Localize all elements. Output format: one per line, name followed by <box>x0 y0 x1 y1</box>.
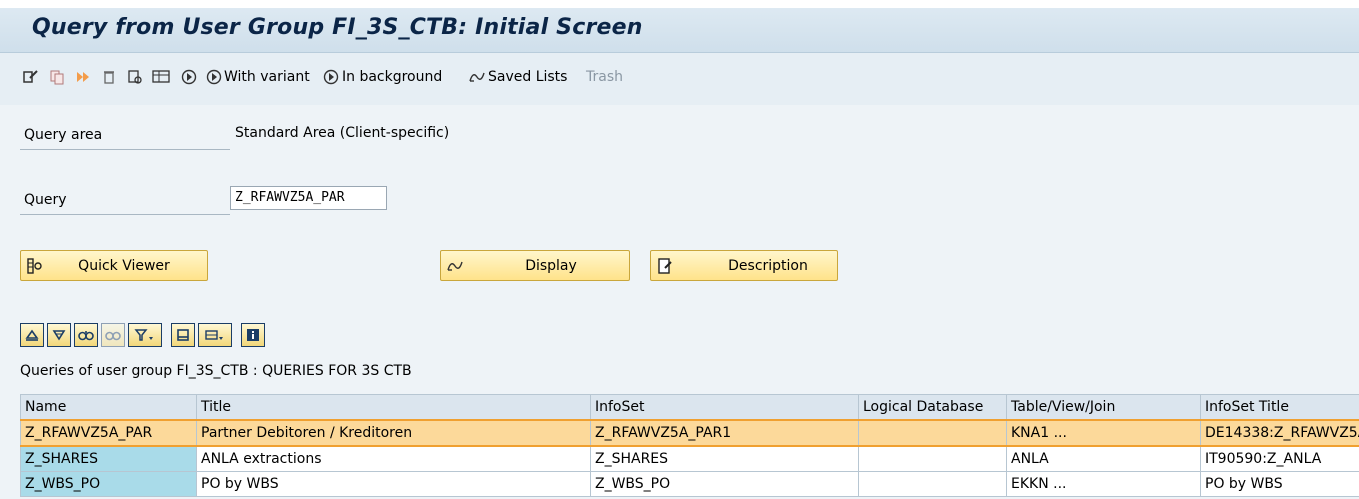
display-button[interactable]: Display <box>440 250 630 281</box>
cell-infoset-title[interactable]: DE14338:Z_RFAWVZ5A_PAR1 <box>1200 419 1359 447</box>
description-label: Description <box>728 257 808 274</box>
query-area-underline <box>20 149 230 150</box>
export-icon[interactable] <box>198 323 232 347</box>
application-toolbar: With variant In background Saved Lists T… <box>0 53 1359 105</box>
top-strip <box>0 0 1359 8</box>
page-title: Query from User Group FI_3S_CTB: Initial… <box>32 15 643 40</box>
cell-infoset[interactable]: Z_WBS_PO <box>590 471 859 497</box>
find-icon[interactable] <box>74 323 98 347</box>
column-header-infoset[interactable]: InfoSet <box>590 394 859 421</box>
query-area-label: Query area <box>24 127 103 143</box>
cell-table-view-join[interactable]: EKKN ... <box>1006 471 1201 497</box>
change-icon[interactable] <box>22 68 40 86</box>
column-header-table-view-join[interactable]: Table/View/Join <box>1006 394 1201 421</box>
in-background-button[interactable]: In background <box>342 68 442 86</box>
table-row[interactable]: Z_WBS_PO PO by WBS Z_WBS_PO EKKN ... PO … <box>20 471 1359 497</box>
cell-logical-database[interactable] <box>858 445 1007 472</box>
cell-title[interactable]: Partner Debitoren / Kreditoren <box>196 419 591 447</box>
cell-title[interactable]: ANLA extractions <box>196 445 591 472</box>
query-label: Query <box>24 192 67 208</box>
cell-title[interactable]: PO by WBS <box>196 471 591 497</box>
cell-name[interactable]: Z_WBS_PO <box>20 471 197 497</box>
grid-title: Queries of user group FI_3S_CTB : QUERIE… <box>20 363 412 379</box>
query-area-value: Standard Area (Client-specific) <box>235 125 450 141</box>
cell-table-view-join[interactable]: KNA1 ... <box>1006 419 1201 447</box>
description-button[interactable]: Description <box>650 250 838 281</box>
layout-icon[interactable] <box>171 323 195 347</box>
filter-icon[interactable] <box>128 323 162 347</box>
delete-icon[interactable] <box>100 68 118 86</box>
query-input[interactable]: Z_RFAWVZ5A_PAR <box>230 186 387 210</box>
information-icon[interactable] <box>241 323 265 347</box>
cell-logical-database[interactable] <box>858 419 1007 447</box>
cell-infoset[interactable]: Z_SHARES <box>590 445 859 472</box>
column-header-logical-database[interactable]: Logical Database <box>858 394 1007 421</box>
trash-button[interactable]: Trash <box>586 68 623 86</box>
saved-lists-icon[interactable] <box>468 68 486 86</box>
cell-logical-database[interactable] <box>858 471 1007 497</box>
table-row[interactable]: Z_SHARES ANLA extractions Z_SHARES ANLA … <box>20 445 1359 472</box>
cell-name[interactable]: Z_RFAWVZ5A_PAR <box>20 419 197 447</box>
saved-lists-button[interactable]: Saved Lists <box>488 68 567 86</box>
display-label: Display <box>525 257 577 274</box>
column-header-title[interactable]: Title <box>196 394 591 421</box>
quick-viewer-button[interactable]: Quick Viewer <box>20 250 208 281</box>
cell-table-view-join[interactable]: ANLA <box>1006 445 1201 472</box>
quick-viewer-label: Quick Viewer <box>78 257 170 274</box>
print-icon[interactable] <box>20 323 44 347</box>
infoset-icon[interactable] <box>152 68 170 86</box>
execute-icon[interactable] <box>74 68 92 86</box>
description-icon[interactable] <box>126 68 144 86</box>
execute-clock-icon[interactable] <box>180 68 198 86</box>
cell-name[interactable]: Z_SHARES <box>20 445 197 472</box>
with-variant-icon[interactable] <box>205 68 223 86</box>
cell-infoset-title[interactable]: IT90590:Z_ANLA <box>1200 445 1359 472</box>
title-bar: Query from User Group FI_3S_CTB: Initial… <box>0 8 1359 53</box>
query-underline <box>20 214 230 215</box>
column-header-infoset-title[interactable]: InfoSet Title <box>1200 394 1359 421</box>
find-next-icon[interactable] <box>101 323 125 347</box>
cell-infoset-title[interactable]: PO by WBS <box>1200 471 1359 497</box>
alv-toolbar <box>20 323 268 349</box>
sort-icon[interactable] <box>47 323 71 347</box>
column-header-name[interactable]: Name <box>20 394 197 421</box>
in-background-icon[interactable] <box>322 68 340 86</box>
copy-icon[interactable] <box>48 68 66 86</box>
queries-table: Name Title InfoSet Logical Database Tabl… <box>20 394 1359 497</box>
with-variant-button[interactable]: With variant <box>224 68 310 86</box>
cell-infoset[interactable]: Z_RFAWVZ5A_PAR1 <box>590 419 859 447</box>
table-row[interactable]: Z_RFAWVZ5A_PAR Partner Debitoren / Kredi… <box>20 419 1359 447</box>
table-header-row: Name Title InfoSet Logical Database Tabl… <box>20 394 1359 421</box>
